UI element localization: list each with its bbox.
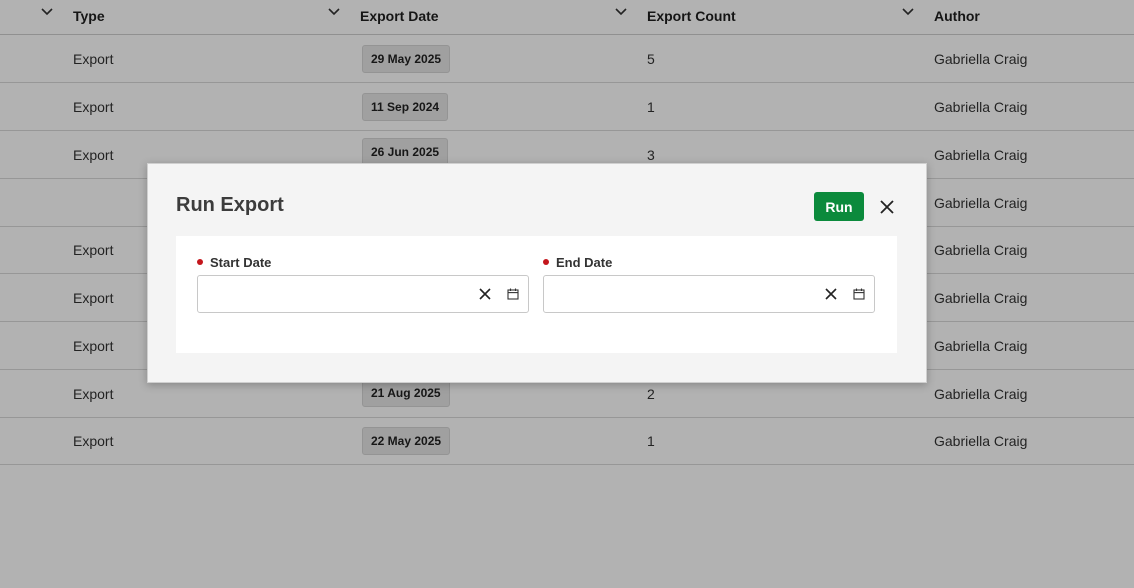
dialog-body: Start Date End Date <box>176 236 897 353</box>
end-date-field: End Date <box>543 254 875 313</box>
run-button[interactable]: Run <box>814 192 864 221</box>
start-date-label: Start Date <box>210 254 272 270</box>
end-date-input[interactable] <box>544 276 814 312</box>
required-indicator <box>543 259 549 265</box>
clear-icon[interactable] <box>824 287 838 301</box>
end-date-label: End Date <box>556 254 613 270</box>
start-date-field: Start Date <box>197 254 529 313</box>
dialog-title: Run Export <box>176 194 284 216</box>
start-date-input-box[interactable] <box>197 275 529 313</box>
end-date-input-box[interactable] <box>543 275 875 313</box>
clear-icon[interactable] <box>478 287 492 301</box>
calendar-icon[interactable] <box>853 288 865 300</box>
run-export-dialog: Run Export Run Start Date End Date <box>147 163 927 383</box>
required-indicator <box>197 259 203 265</box>
calendar-icon[interactable] <box>507 288 519 300</box>
start-date-input[interactable] <box>198 276 468 312</box>
close-icon[interactable] <box>877 197 897 217</box>
